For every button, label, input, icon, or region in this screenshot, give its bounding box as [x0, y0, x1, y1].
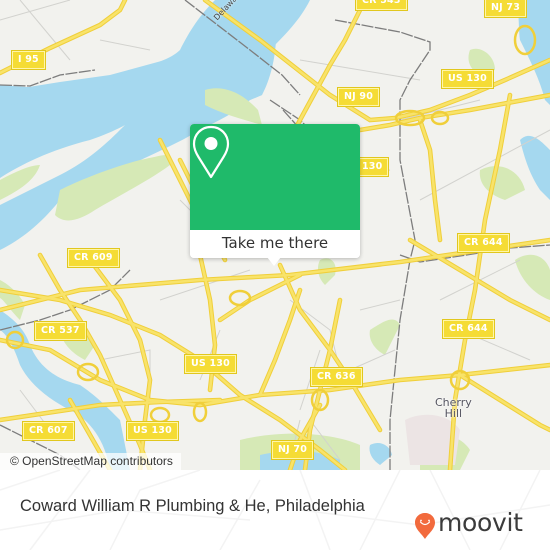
park-east-3	[515, 254, 550, 300]
road-shield-cr644-north: CR 644	[457, 233, 510, 253]
map-attribution[interactable]: © OpenStreetMap contributors	[0, 453, 181, 470]
road-shield-nj73: NJ 73	[483, 0, 528, 18]
moovit-wordmark: moovit	[438, 508, 523, 537]
road-shield-i95: I 95	[11, 50, 46, 70]
map-view[interactable]: Delaware River I 95 CR 543 NJ 73 US 130 …	[0, 0, 550, 470]
road-shield-us130-south: US 130	[126, 421, 179, 441]
road-shield-cr644-east: CR 644	[442, 319, 495, 339]
road-shield-us130-center: US 130	[184, 354, 237, 374]
place-label-cherry-hill: Cherry Hill	[435, 397, 472, 419]
park-central-1	[369, 319, 400, 355]
road-shield-cr537: CR 537	[34, 321, 87, 341]
location-popup: Take me there	[190, 124, 360, 266]
road-shield-nj90: NJ 90	[336, 87, 381, 107]
water-east-channel	[520, 135, 550, 200]
park-east-2	[479, 166, 525, 200]
road-shield-us130-north: 130	[354, 157, 390, 177]
road-shield-cr543: CR 543	[355, 0, 408, 11]
road-shield-nj70: NJ 70	[270, 440, 315, 460]
water-southeast	[369, 443, 392, 465]
road-shield-cr607: CR 607	[22, 421, 75, 441]
place-label-line: Hill	[444, 407, 463, 420]
road-shield-cr636: CR 636	[310, 367, 363, 387]
road-shield-cr609: CR 609	[67, 248, 120, 268]
popup-header	[190, 124, 360, 230]
popup-pointer	[267, 257, 281, 266]
map-pin-icon	[192, 125, 230, 179]
road-shield-us130-northeast: US 130	[441, 69, 494, 89]
take-me-there-button[interactable]: Take me there	[190, 230, 360, 258]
moovit-smiley-pin-icon	[415, 513, 435, 539]
location-title: Coward William R Plumbing & He, Philadel…	[20, 497, 365, 515]
